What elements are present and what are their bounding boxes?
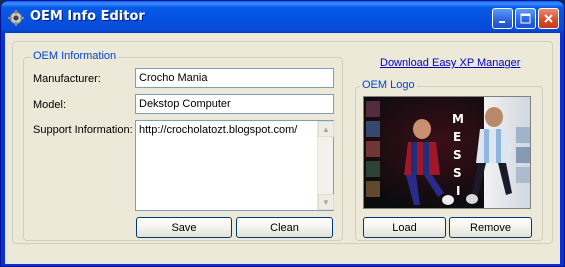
- remove-button[interactable]: Remove: [449, 217, 532, 238]
- download-easy-xp-manager-link[interactable]: Download Easy XP Manager: [380, 57, 520, 69]
- manufacturer-field[interactable]: Crocho Mania: [135, 68, 334, 88]
- manufacturer-label: Manufacturer:: [33, 73, 101, 85]
- model-label: Model:: [33, 99, 67, 111]
- logo-letter-s1: S: [453, 148, 462, 162]
- title-bar[interactable]: OEM Info Editor: [1, 1, 564, 33]
- save-button[interactable]: Save: [136, 217, 232, 238]
- close-button[interactable]: [538, 8, 559, 29]
- window-title: OEM Info Editor: [30, 9, 145, 24]
- maximize-button[interactable]: [515, 8, 536, 29]
- minimize-icon: [498, 20, 505, 23]
- load-button[interactable]: Load: [363, 217, 446, 238]
- logo-letter-e: E: [453, 130, 461, 144]
- oem-information-title: OEM Information: [31, 50, 119, 62]
- scroll-up-icon[interactable]: ▲: [318, 121, 334, 137]
- logo-letter-m: M: [452, 112, 464, 126]
- close-icon: [544, 14, 553, 23]
- vertical-scrollbar[interactable]: ▲ ▼: [317, 121, 334, 210]
- support-information-field[interactable]: http://crocholatozt.blogspot.com/ ▲ ▼: [135, 120, 334, 211]
- gear-icon: [8, 10, 24, 26]
- logo-letter-s2: S: [453, 166, 462, 180]
- app-window: OEM Info Editor OEM Information Manufact…: [0, 0, 565, 267]
- logo-letter-i: I: [456, 184, 460, 198]
- support-information-text: http://crocholatozt.blogspot.com/: [139, 124, 298, 136]
- maximize-icon: [520, 13, 531, 24]
- minimize-button[interactable]: [492, 8, 513, 29]
- scroll-down-icon[interactable]: ▼: [318, 194, 334, 210]
- model-field[interactable]: Dekstop Computer: [135, 94, 334, 114]
- clean-button[interactable]: Clean: [236, 217, 333, 238]
- oem-logo-title: OEM Logo: [360, 79, 417, 91]
- support-information-label: Support Information:: [33, 124, 133, 136]
- oem-logo-image: M E S S I: [363, 96, 531, 209]
- window-client-area: OEM Information Manufacturer: Crocho Man…: [5, 33, 560, 264]
